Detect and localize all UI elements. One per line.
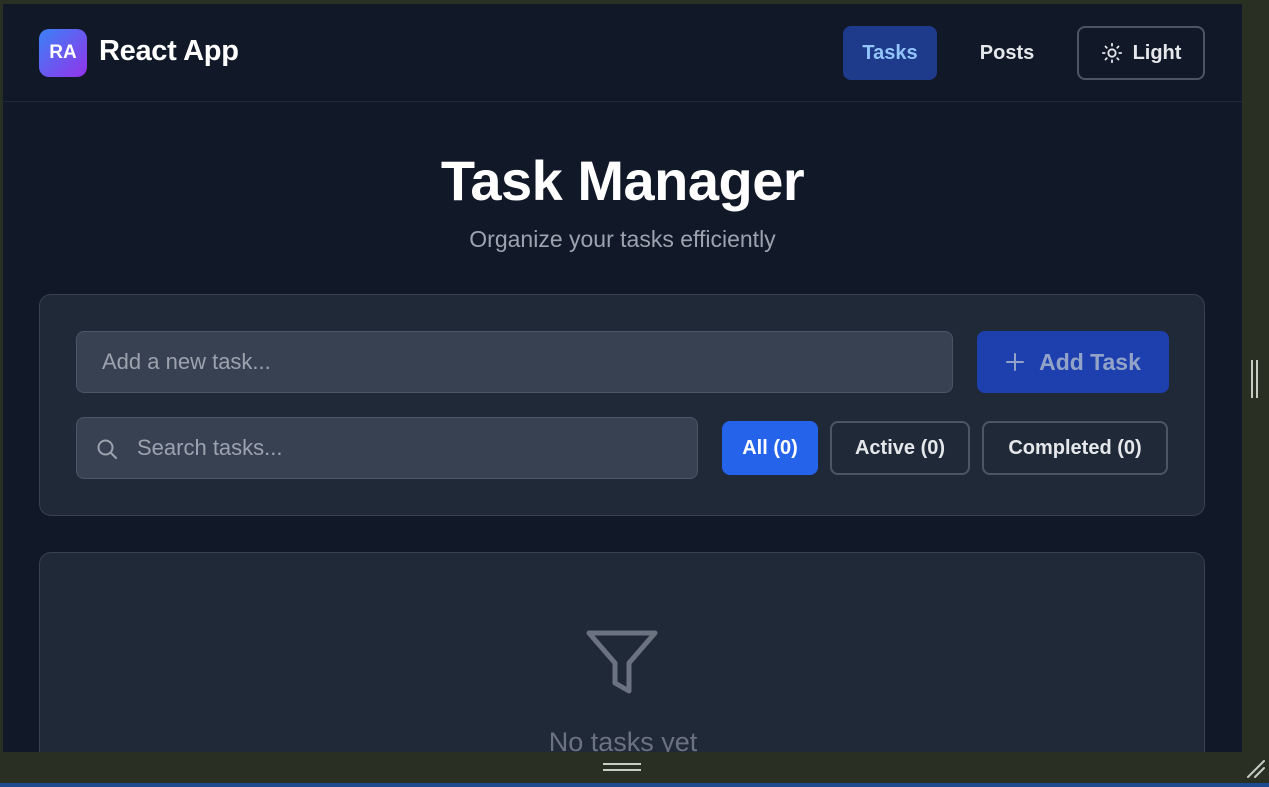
horizontal-splitter-handle[interactable]	[603, 763, 641, 773]
nav-link-tasks[interactable]: Tasks	[843, 26, 937, 80]
app-viewport: RA React App Tasks Posts Light Task Mana…	[3, 4, 1242, 752]
theme-toggle-label: Light	[1132, 41, 1182, 64]
filter-all-button[interactable]: All (0)	[722, 421, 818, 475]
new-task-input[interactable]	[76, 331, 953, 393]
app-logo[interactable]: RA	[39, 29, 87, 77]
search-icon	[97, 439, 117, 459]
empty-state-message: No tasks yet	[548, 727, 698, 752]
filter-completed-button[interactable]: Completed (0)	[982, 421, 1168, 475]
sun-icon	[1101, 42, 1123, 64]
filter-active-button[interactable]: Active (0)	[830, 421, 970, 475]
app-name[interactable]: React App	[99, 35, 239, 68]
vertical-splitter-handle[interactable]	[1251, 360, 1259, 398]
page-title: Task Manager	[440, 149, 805, 212]
search-field[interactable]	[76, 417, 698, 479]
window-bottom-accent-line	[0, 783, 1269, 787]
task-list-card: No tasks yet	[39, 552, 1205, 752]
resize-grip-icon[interactable]	[1244, 757, 1266, 779]
add-task-button[interactable]: Add Task	[977, 331, 1169, 393]
filter-icon	[586, 630, 658, 694]
page-subtitle: Organize your tasks efficiently	[469, 226, 776, 252]
theme-toggle-button[interactable]: Light	[1077, 26, 1205, 80]
search-input[interactable]	[137, 418, 687, 478]
plus-icon	[1005, 352, 1025, 372]
task-form-card: Add Task All (0) Active (0) Completed (0…	[39, 294, 1205, 516]
add-task-label: Add Task	[1039, 348, 1141, 375]
navbar: RA React App Tasks Posts Light	[3, 4, 1242, 102]
nav-link-posts[interactable]: Posts	[961, 26, 1053, 80]
